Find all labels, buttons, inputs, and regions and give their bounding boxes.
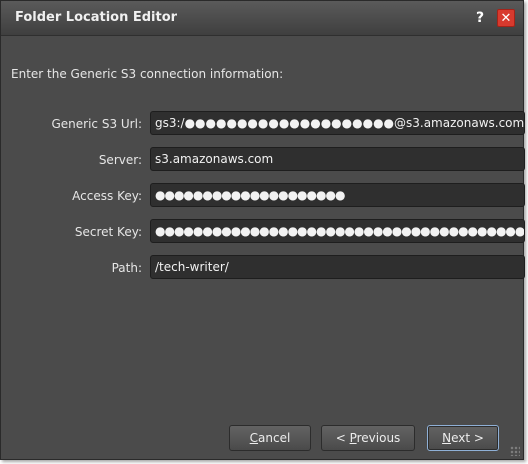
cancel-mnemonic: C xyxy=(249,431,259,445)
previous-prefix: < xyxy=(335,431,350,445)
next-label-rest: ext > xyxy=(451,431,484,445)
instruction-text: Enter the Generic S3 connection informat… xyxy=(11,67,284,81)
access-key-label: Access Key: xyxy=(72,189,142,203)
generic-s3-url-input[interactable]: gs3:/●●●●●●●●●●●●●●●●●●●●@s3.amazonaws.c… xyxy=(150,111,525,135)
help-icon[interactable]: ? xyxy=(471,9,489,27)
dialog-title: Folder Location Editor xyxy=(15,10,178,25)
field-row-secret-key: Secret Key: ●●●●●●●●●●●●●●●●●●●●●●●●●●●●… xyxy=(1,219,525,245)
previous-label-rest: revious xyxy=(356,431,401,445)
next-mnemonic: N xyxy=(442,431,452,445)
next-button[interactable]: Next > xyxy=(427,425,499,451)
previous-button[interactable]: < Previous xyxy=(321,425,415,451)
access-key-input[interactable]: ●●●●●●●●●●●●●●●●●●●● xyxy=(150,183,525,207)
folder-location-editor-dialog: Folder Location Editor ? ✕ Enter the Gen… xyxy=(0,0,525,460)
server-input[interactable]: s3.amazonaws.com xyxy=(150,147,525,171)
secret-key-input[interactable]: ●●●●●●●●●●●●●●●●●●●●●●●●●●●●●●●●●●●●●●●● xyxy=(150,219,525,243)
previous-mnemonic: P xyxy=(349,431,357,445)
field-row-path: Path: /tech-writer/ xyxy=(1,255,525,281)
field-row-server: Server: s3.amazonaws.com xyxy=(1,147,525,173)
path-input[interactable]: /tech-writer/ xyxy=(150,255,525,279)
generic-s3-url-label: Generic S3 Url: xyxy=(51,117,142,131)
field-row-generic-s3-url: Generic S3 Url: gs3:/●●●●●●●●●●●●●●●●●●●… xyxy=(1,111,525,137)
server-label: Server: xyxy=(98,153,142,167)
title-bar[interactable]: Folder Location Editor ? ✕ xyxy=(1,1,523,36)
field-row-access-key: Access Key: ●●●●●●●●●●●●●●●●●●●● xyxy=(1,183,525,209)
resize-grip-icon[interactable] xyxy=(510,446,520,456)
secret-key-label: Secret Key: xyxy=(74,225,142,239)
cancel-label-rest: ancel xyxy=(258,431,291,445)
close-icon[interactable]: ✕ xyxy=(497,9,515,27)
path-label: Path: xyxy=(111,261,142,275)
cancel-button[interactable]: Cancel xyxy=(229,425,311,451)
